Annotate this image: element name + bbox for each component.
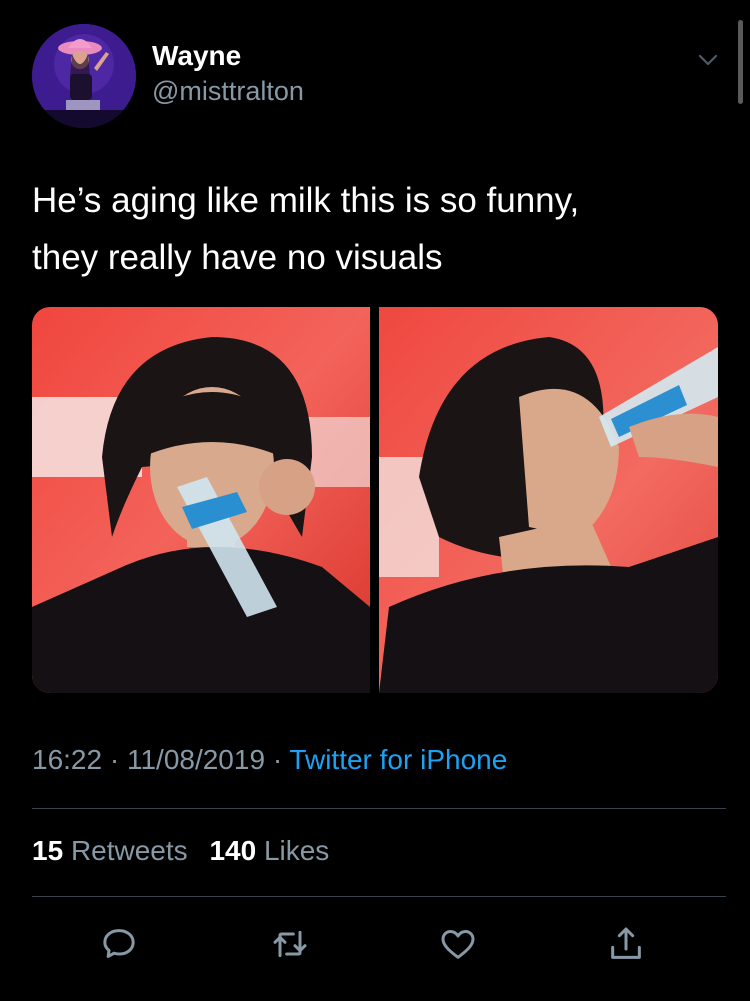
tweet-date: 11/08/2019 [126, 744, 266, 775]
tweet-stats: 15 Retweets 140 Likes [32, 835, 343, 867]
retweets-count: 15 [32, 835, 64, 866]
tweet-photo-1[interactable] [32, 307, 370, 693]
chevron-down-icon [698, 54, 718, 66]
tweet-text: He’s aging like milk this is so funny, t… [32, 172, 722, 286]
tweet-actions [0, 912, 750, 972]
reply-button[interactable] [95, 920, 143, 968]
tweet-source-link[interactable]: Twitter for iPhone [289, 744, 507, 775]
tweet-media [32, 307, 718, 693]
photo-icon [379, 307, 718, 693]
divider [32, 896, 726, 897]
like-button[interactable] [434, 920, 482, 968]
likes-stat[interactable]: 140 Likes [209, 835, 329, 866]
tweet-meta: 16:22 · 11/08/2019 · Twitter for iPhone [32, 744, 507, 776]
avatar[interactable] [32, 24, 136, 128]
display-name[interactable]: Wayne [152, 40, 241, 72]
divider [32, 808, 726, 809]
avatar-image [32, 24, 136, 128]
tweet-photo-2[interactable] [379, 307, 718, 693]
share-button[interactable] [602, 920, 650, 968]
share-icon [611, 927, 641, 959]
separator: · [272, 744, 283, 775]
separator: · [109, 744, 120, 775]
likes-label: Likes [263, 835, 330, 866]
tweet-text-line: He’s aging like milk this is so funny, [32, 181, 580, 220]
tweet-time: 16:22 [32, 744, 103, 775]
heart-icon [441, 930, 475, 959]
retweets-label: Retweets [70, 835, 188, 866]
tweet-text-line: they really have no visuals [32, 238, 443, 277]
retweet-button[interactable] [266, 920, 314, 968]
reply-icon [103, 929, 135, 958]
retweet-icon [273, 930, 307, 958]
username-handle[interactable]: @misttralton [152, 76, 304, 107]
retweets-stat[interactable]: 15 Retweets [32, 835, 188, 866]
likes-count: 140 [209, 835, 257, 866]
more-options-button[interactable] [690, 44, 726, 76]
tweet-detail: Wayne @misttralton He’s aging like milk … [0, 0, 750, 1001]
photo-icon [32, 307, 370, 693]
scrollbar[interactable] [738, 20, 743, 104]
